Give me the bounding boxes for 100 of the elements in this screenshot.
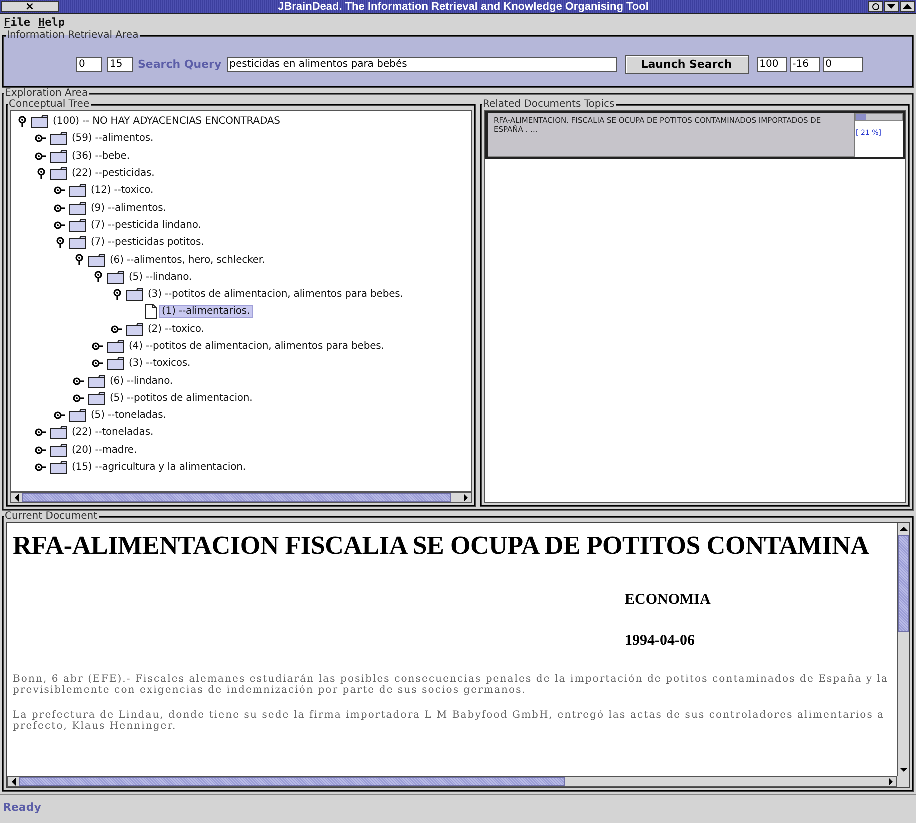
input-field[interactable]: 15 <box>107 57 133 72</box>
expanded-handle-icon[interactable] <box>74 254 84 266</box>
document-icon <box>145 304 157 320</box>
collapsed-handle-icon[interactable] <box>54 186 66 196</box>
collapsed-handle-icon[interactable] <box>54 411 66 420</box>
scroll-thumb[interactable] <box>898 535 909 632</box>
folder-icon <box>31 115 48 128</box>
close-button[interactable]: × <box>1 1 59 12</box>
expanded-handle-icon[interactable] <box>112 288 122 301</box>
input-field[interactable]: 0 <box>822 57 863 72</box>
collapsed-handle-icon[interactable] <box>35 463 47 472</box>
folder-icon <box>50 426 67 440</box>
expanded-handle-icon[interactable] <box>56 236 64 249</box>
folder-icon <box>107 340 124 353</box>
tree-item[interactable]: (5) --lindano. <box>126 270 195 284</box>
tree-item[interactable]: (6) --lindano. <box>107 374 176 388</box>
collapsed-handle-icon[interactable] <box>73 376 85 386</box>
right-arrow-icon <box>886 776 894 786</box>
left-arrow-icon <box>12 492 20 502</box>
folder-icon <box>126 288 143 302</box>
tree-item[interactable]: (5) --potitos de alimentacion. <box>107 392 256 405</box>
section-label: Related Documents Topics <box>482 99 616 110</box>
tree-item[interactable]: (12) --toxico. <box>88 184 157 198</box>
collapsed-handle-icon[interactable] <box>92 359 104 368</box>
document-paragraph: La prefectura de Lindau, donde tiene su sede la firma importadora L M Babyfood GmbH, entregó las actas de sus controladores alimentarios a prefecto, Klaus Henninger. <box>13 710 886 732</box>
tree-item[interactable]: (7) --pesticidas potitos. <box>88 236 208 250</box>
down-arrow-icon <box>898 766 908 774</box>
tree-item[interactable]: (22) --pesticidas. <box>69 167 158 180</box>
folder-icon <box>69 218 86 232</box>
input-field[interactable]: -16 <box>790 57 820 72</box>
menu-item[interactable]: Help <box>38 16 65 28</box>
section-label: Conceptual Tree <box>9 99 91 110</box>
collapsed-handle-icon[interactable] <box>54 220 66 230</box>
window-title: JBrainDead. The Information Retrieval and Knowledge Organising Tool <box>277 0 650 12</box>
maximize-button[interactable] <box>900 1 915 12</box>
tree-item[interactable]: (6) --alimentos, hero, schlecker. <box>107 254 268 267</box>
folder-icon <box>50 461 67 474</box>
up-arrow-icon <box>898 525 908 533</box>
tree-item[interactable]: (15) --agricultura y la alimentacion. <box>69 461 249 474</box>
tree-item[interactable]: (22) --toneladas. <box>69 426 157 440</box>
tree-item[interactable]: (9) --alimentos. <box>88 202 170 215</box>
input-field[interactable]: 100 <box>756 57 787 72</box>
folder-icon <box>69 409 86 422</box>
document-section: ECONOMIA <box>625 592 897 609</box>
document-date: 1994-04-06 <box>625 633 696 650</box>
scroll-thumb[interactable] <box>22 493 452 502</box>
folder-icon <box>50 132 67 146</box>
status-text: Ready <box>3 801 42 814</box>
folder-icon <box>50 167 67 180</box>
folder-icon <box>50 444 67 457</box>
folder-icon <box>107 270 124 284</box>
collapsed-handle-icon[interactable] <box>35 152 47 161</box>
folder-icon <box>69 184 86 198</box>
folder-icon <box>69 202 86 215</box>
folder-icon <box>126 322 143 336</box>
folder-icon <box>88 254 105 267</box>
collapsed-handle-icon[interactable] <box>111 324 123 334</box>
tree-item[interactable]: (7) --pesticida lindano. <box>88 218 204 232</box>
tree-item[interactable]: (36) --bebe. <box>69 150 133 163</box>
folder-icon <box>88 374 105 388</box>
expanded-handle-icon[interactable] <box>36 168 46 180</box>
tree-item[interactable]: (5) --toneladas. <box>88 409 170 422</box>
collapsed-handle-icon[interactable] <box>54 204 66 213</box>
section-label: Current Document <box>4 511 99 522</box>
tree-item[interactable]: (20) --madre. <box>69 444 140 457</box>
circle-button[interactable] <box>868 1 883 12</box>
expanded-handle-icon[interactable] <box>94 271 102 284</box>
collapsed-handle-icon[interactable] <box>35 134 47 144</box>
folder-icon <box>88 392 105 405</box>
section-label: Exploration Area <box>4 88 90 99</box>
folder-icon <box>107 357 124 370</box>
collapsed-handle-icon[interactable] <box>92 342 104 351</box>
left-arrow-icon <box>10 776 18 786</box>
search-query-label: Search Query <box>138 58 222 71</box>
tree-item[interactable]: (3) --toxicos. <box>126 357 194 370</box>
expanded-handle-icon[interactable] <box>18 116 26 128</box>
menu-item[interactable]: File <box>4 16 30 28</box>
circle-icon <box>872 2 880 10</box>
folder-icon <box>69 236 86 250</box>
scroll-thumb[interactable] <box>19 777 566 786</box>
tree-item[interactable]: (3) --potitos de alimentacion, alimentos para bebes. <box>145 288 406 302</box>
down-triangle-icon <box>887 3 896 10</box>
launch-search-button[interactable]: Launch Search <box>624 55 749 74</box>
tree-item[interactable]: (59) --alimentos. <box>69 132 157 146</box>
right-arrow-icon <box>462 492 470 502</box>
input-field[interactable]: 0 <box>76 57 102 72</box>
tree-item[interactable]: (1) --alimentarios. <box>159 305 254 318</box>
tree-item[interactable]: (2) --toxico. <box>145 322 208 336</box>
collapsed-handle-icon[interactable] <box>35 446 47 455</box>
up-triangle-icon <box>903 3 912 10</box>
tree-item[interactable]: (100) -- NO HAY ADYACENCIAS ENCONTRADAS <box>50 115 284 128</box>
minimize-button[interactable] <box>884 1 899 12</box>
collapsed-handle-icon[interactable] <box>35 428 47 438</box>
tree-item[interactable]: (4) --potitos de alimentacion, alimentos para bebes. <box>126 340 388 353</box>
collapsed-handle-icon[interactable] <box>73 394 85 403</box>
search-field[interactable]: pesticidas en alimentos para bebés <box>226 57 617 72</box>
document-paragraph: Bonn, 6 abr (EFE).- Fiscales alemanes estudiarán las posibles consecuencias penales de la importación de potitos contaminados de España y la previsiblemente con exigencias de indemnización por parte de sus socios germanos. <box>13 674 890 696</box>
section-label: Information Retrieval Area <box>6 30 140 41</box>
document-headline: RFA-ALIMENTACION FISCALIA SE OCUPA DE POTITOS CONTAMINA <box>13 531 870 561</box>
folder-icon <box>50 150 67 163</box>
